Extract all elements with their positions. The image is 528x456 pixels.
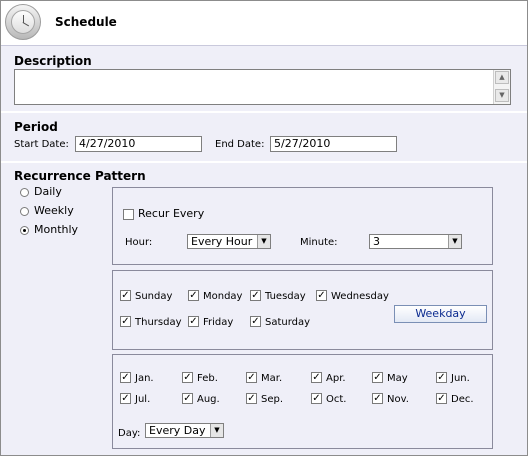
weekday-button[interactable]: Weekday [394, 305, 487, 323]
radio-daily[interactable] [20, 188, 29, 197]
label-thursday: Thursday [135, 317, 182, 328]
clock-icon [5, 4, 41, 40]
schedule-window: Schedule Description ▲ ▼ Period Start Da… [0, 0, 528, 456]
period-heading: Period [14, 120, 58, 134]
label-feb: Feb. [197, 373, 218, 384]
radio-monthly-label: Monthly [34, 223, 79, 236]
description-scrollbar[interactable]: ▲ ▼ [493, 70, 510, 104]
checkbox-feb[interactable]: ✓ [182, 372, 193, 383]
label-wednesday: Wednesday [331, 291, 389, 302]
recur-every-panel: Recur Every Hour: Every Hour ▼ Minute: 3… [112, 187, 493, 265]
checkbox-sep[interactable]: ✓ [246, 393, 257, 404]
label-nov: Nov. [387, 394, 409, 405]
checkbox-sunday[interactable]: ✓ [120, 290, 131, 301]
radio-weekly[interactable] [20, 207, 29, 216]
checkbox-jun[interactable]: ✓ [436, 372, 447, 383]
recur-every-checkbox[interactable] [123, 209, 134, 220]
chevron-down-icon[interactable]: ▼ [210, 424, 223, 437]
checkbox-aug[interactable]: ✓ [182, 393, 193, 404]
start-date-input[interactable]: 4/27/2010 [75, 136, 202, 152]
start-date-label: Start Date: [14, 139, 69, 150]
scroll-up-icon[interactable]: ▲ [495, 71, 509, 84]
description-textarea[interactable]: ▲ ▼ [14, 69, 511, 105]
minute-select[interactable]: 3 ▼ [369, 234, 462, 249]
day-label: Day: [118, 428, 141, 439]
label-may: May [387, 373, 408, 384]
label-saturday: Saturday [265, 317, 311, 328]
checkbox-wednesday[interactable]: ✓ [316, 290, 327, 301]
checkbox-monday[interactable]: ✓ [188, 290, 199, 301]
label-jun: Jun. [451, 373, 470, 384]
label-sunday: Sunday [135, 291, 173, 302]
hour-select[interactable]: Every Hour ▼ [187, 234, 271, 249]
scroll-down-icon[interactable]: ▼ [495, 89, 509, 102]
recurrence-heading: Recurrence Pattern [14, 169, 146, 183]
checkbox-oct[interactable]: ✓ [311, 393, 322, 404]
checkbox-nov[interactable]: ✓ [372, 393, 383, 404]
checkbox-tuesday[interactable]: ✓ [250, 290, 261, 301]
chevron-down-icon[interactable]: ▼ [448, 235, 461, 248]
label-apr: Apr. [326, 373, 346, 384]
description-heading: Description [14, 54, 92, 68]
minute-label: Minute: [300, 237, 338, 248]
label-monday: Monday [203, 291, 243, 302]
checkbox-may[interactable]: ✓ [372, 372, 383, 383]
end-date-label: End Date: [215, 139, 265, 150]
day-select[interactable]: Every Day ▼ [145, 423, 224, 438]
label-dec: Dec. [451, 394, 474, 405]
section-divider [1, 161, 527, 163]
label-sep: Sep. [261, 394, 284, 405]
checkbox-apr[interactable]: ✓ [311, 372, 322, 383]
checkbox-dec[interactable]: ✓ [436, 393, 447, 404]
chevron-down-icon[interactable]: ▼ [257, 235, 270, 248]
label-mar: Mar. [261, 373, 283, 384]
checkbox-mar[interactable]: ✓ [246, 372, 257, 383]
checkbox-thursday[interactable]: ✓ [120, 316, 131, 327]
month-panel: ✓ Jan. ✓ Feb. ✓ Mar. ✓ Apr. ✓ May ✓ Jun.… [112, 354, 493, 449]
label-jul: Jul. [135, 394, 151, 405]
radio-daily-label: Daily [34, 185, 62, 198]
title-bar: Schedule [1, 1, 527, 46]
checkbox-friday[interactable]: ✓ [188, 316, 199, 327]
checkbox-jan[interactable]: ✓ [120, 372, 131, 383]
recur-every-label: Recur Every [138, 207, 205, 220]
label-tuesday: Tuesday [265, 291, 306, 302]
label-aug: Aug. [197, 394, 220, 405]
end-date-input[interactable]: 5/27/2010 [270, 136, 397, 152]
page-title: Schedule [55, 15, 117, 29]
radio-monthly[interactable] [20, 226, 29, 235]
label-jan: Jan. [135, 373, 154, 384]
checkbox-jul[interactable]: ✓ [120, 393, 131, 404]
label-friday: Friday [203, 317, 234, 328]
section-divider [1, 111, 527, 113]
checkbox-saturday[interactable]: ✓ [250, 316, 261, 327]
radio-weekly-label: Weekly [34, 204, 74, 217]
hour-label: Hour: [125, 237, 153, 248]
label-oct: Oct. [326, 394, 347, 405]
